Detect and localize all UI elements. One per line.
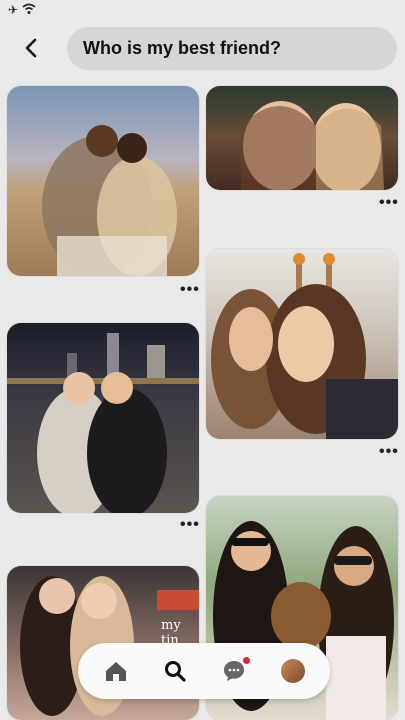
bottom-nav [78,643,330,699]
friends-photo [241,101,384,190]
messages-button[interactable] [216,653,252,689]
pin-image[interactable] [7,323,199,513]
chat-icon [223,661,244,681]
friends-photo [42,125,177,276]
notification-dot [242,657,250,664]
search-query: Who is my best friend? [83,38,282,58]
avatar [278,657,307,685]
more-options-button[interactable]: ••• [180,517,200,533]
search-icon [164,661,186,682]
pin-image[interactable] [206,86,398,190]
profile-button[interactable] [275,653,311,689]
back-button[interactable] [18,35,44,61]
home-icon [105,662,126,681]
top-bar: Who is my best friend? [0,27,405,71]
friends-photo [211,253,398,439]
pin-image[interactable] [7,86,199,276]
more-options-button[interactable]: ••• [180,282,200,298]
status-bar: ✈ [8,3,36,18]
search-button[interactable] [157,653,193,689]
wifi-icon [22,3,36,18]
more-options-button[interactable]: ••• [379,444,399,460]
friends-photo [7,333,199,513]
home-button[interactable] [98,653,134,689]
chevron-left-icon [25,38,37,58]
search-input[interactable]: Who is my best friend? [67,27,397,70]
pin-image[interactable] [206,249,398,439]
more-options-button[interactable]: ••• [379,195,399,211]
airplane-icon: ✈ [8,3,19,17]
